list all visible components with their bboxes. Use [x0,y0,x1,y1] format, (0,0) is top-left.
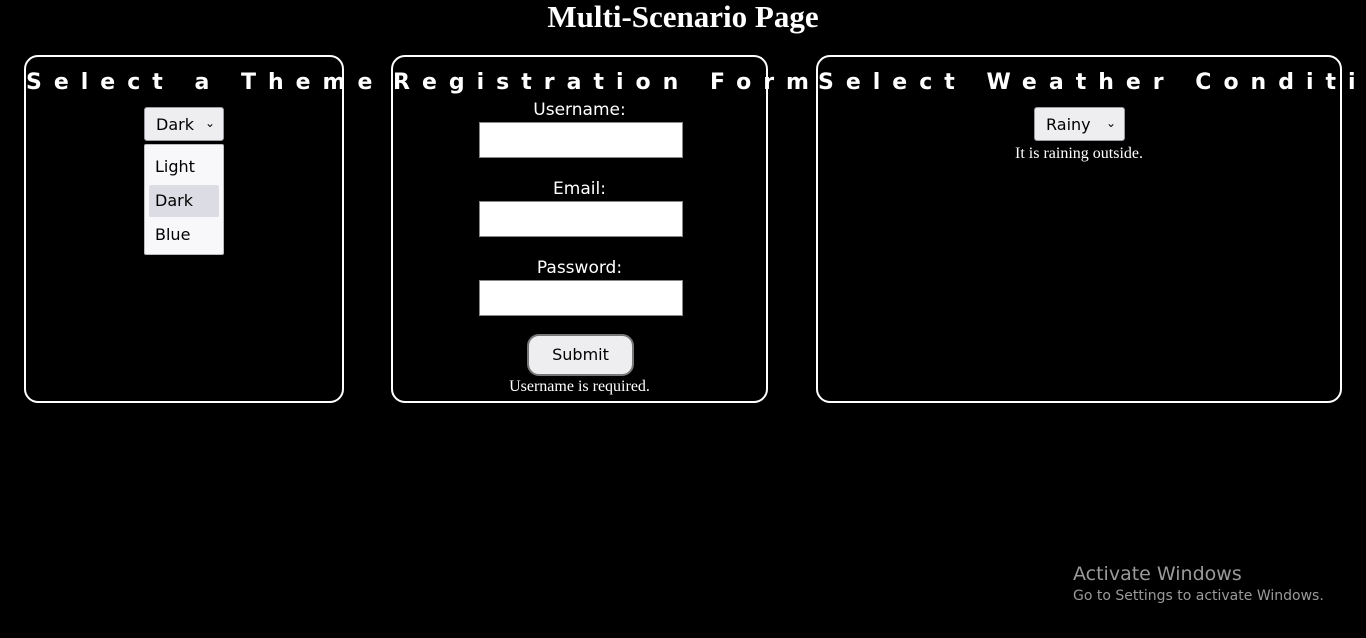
form-validation-message: Username is required. [509,378,650,395]
activate-windows-title: Activate Windows [1073,563,1242,585]
theme-select[interactable]: Dark ⌄ [144,107,224,141]
weather-message: It is raining outside. [1015,145,1143,162]
email-input[interactable] [479,201,683,237]
username-input[interactable] [479,122,683,158]
theme-option-dark[interactable]: Dark [149,185,219,217]
chevron-down-icon: ⌄ [204,116,215,130]
theme-panel-title: Select a Theme [26,70,385,95]
weather-panel: Select Weather Condition Rainy ⌄ It is r… [816,55,1366,403]
theme-option-light[interactable]: Light [149,151,219,183]
activate-windows-subtitle: Go to Settings to activate Windows. [1073,588,1324,604]
theme-panel: Select a Theme Dark ⌄ Light Dark Blue [24,55,385,403]
registration-panel-title: Registration Form [393,70,821,95]
email-label: Email: [553,179,606,199]
theme-select-value: Dark [156,115,194,134]
chevron-down-icon: ⌄ [1105,116,1116,130]
username-label: Username: [533,100,626,120]
registration-panel: Registration Form Username: Email: Passw… [391,55,821,403]
theme-option-blue[interactable]: Blue [149,219,219,251]
submit-button[interactable]: Submit [527,334,634,376]
page-title: Multi-Scenario Page [547,0,819,34]
weather-select[interactable]: Rainy ⌄ [1034,107,1125,141]
weather-panel-title: Select Weather Condition [818,70,1366,95]
password-label: Password: [536,258,623,278]
theme-dropdown-list: Light Dark Blue [144,144,224,255]
password-input[interactable] [479,280,683,316]
weather-select-value: Rainy [1046,115,1091,134]
